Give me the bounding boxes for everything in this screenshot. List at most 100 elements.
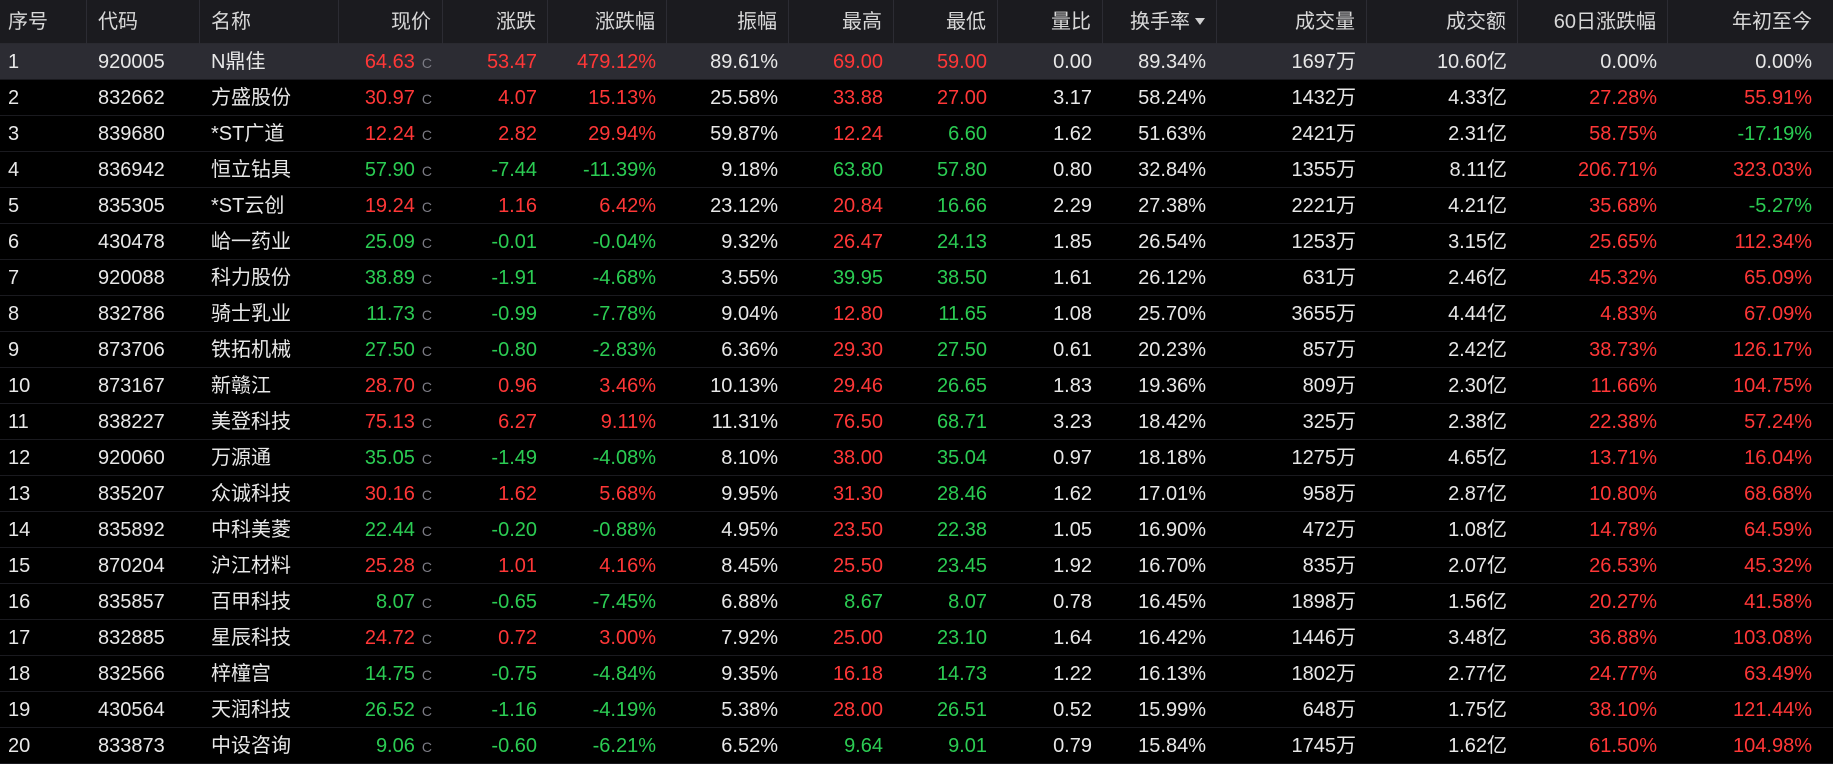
column-header-amplitude[interactable]: 振幅	[667, 0, 789, 44]
credit-mark: C	[421, 163, 432, 179]
table-row[interactable]: 6 430478 峆一药业 25.09 C -0.01 -0.04% 9.32% 26.47 24…	[0, 224, 1833, 260]
column-header-volume[interactable]: 成交量	[1217, 0, 1367, 44]
stock-name-value: 万源通	[211, 447, 271, 469]
day-high-value: 20.84	[832, 195, 883, 217]
table-row[interactable]: 12 920060 万源通 35.05 C -1.49 -4.08% 8.10% 38.00 35…	[0, 440, 1833, 476]
row-seq-value: 17	[8, 627, 31, 649]
row-seq-value: 7	[8, 267, 20, 289]
table-row[interactable]: 8 832786 骑士乳业 11.73 C -0.99 -7.78% 9.04% 12.80 11…	[0, 296, 1833, 332]
amount: 3.15亿	[1367, 224, 1518, 260]
change-percent-value: -4.68%	[592, 267, 656, 289]
table-row[interactable]: 13 835207 众诚科技 30.16 C 1.62 5.68% 9.95% 31.30 28.…	[0, 476, 1833, 512]
table-row[interactable]: 9 873706 铁拓机械 27.50 C -0.80 -2.83% 6.36% 29.30 27…	[0, 332, 1833, 368]
row-seq: 6	[0, 224, 87, 260]
turnover-rate-value: 17.01%	[1138, 483, 1206, 505]
column-header-change[interactable]: 涨跌	[443, 0, 548, 44]
stock-name: 众诚科技	[200, 476, 339, 512]
turnover-rate-value: 27.38%	[1138, 195, 1206, 217]
day-high-value: 23.50	[832, 519, 883, 541]
day-low: 6.60	[894, 116, 998, 152]
column-header-change-pct[interactable]: 涨跌幅	[548, 0, 667, 44]
amplitude-value: 9.04%	[721, 303, 778, 325]
table-row[interactable]: 15 870204 沪江材料 25.28 C 1.01 4.16% 8.45% 25.50 23.…	[0, 548, 1833, 584]
table-row[interactable]: 10 873167 新赣江 28.70 C 0.96 3.46% 10.13% 29.46 26.…	[0, 368, 1833, 404]
day-high: 25.00	[789, 620, 894, 656]
price-change-value: 1.01	[498, 555, 537, 577]
row-seq: 16	[0, 584, 87, 620]
current-price-value: 25.09	[364, 231, 415, 253]
table-row[interactable]: 4 836942 恒立钻具 57.90 C -7.44 -11.39% 9.18% 63.80 5…	[0, 152, 1833, 188]
day-high: 76.50	[789, 404, 894, 440]
table-row[interactable]: 5 835305 *ST云创 19.24 C 1.16 6.42% 23.12% 20.84 16…	[0, 188, 1833, 224]
turnover-rate: 20.23%	[1103, 332, 1217, 368]
table-row[interactable]: 2 832662 方盛股份 30.97 C 4.07 15.13% 25.58% 33.88 27…	[0, 80, 1833, 116]
amplitude: 6.52%	[667, 728, 789, 764]
day-low: 23.45	[894, 548, 998, 584]
table-row[interactable]: 16 835857 百甲科技 8.07 C -0.65 -7.45% 6.88% 8.67 8.0…	[0, 584, 1833, 620]
credit-mark: C	[421, 595, 432, 611]
change-60d: 61.50%	[1518, 728, 1668, 764]
turnover-rate-value: 18.42%	[1138, 411, 1206, 433]
change-ytd-value: 16.04%	[1744, 447, 1812, 469]
turnover-rate: 16.90%	[1103, 512, 1217, 548]
column-header-ytd[interactable]: 年初至今	[1668, 0, 1823, 44]
table-row[interactable]: 11 838227 美登科技 75.13 C 6.27 9.11% 11.31% 76.50 68…	[0, 404, 1833, 440]
stock-name: 天润科技	[200, 692, 339, 728]
amplitude-value: 9.18%	[721, 159, 778, 181]
table-row[interactable]: 17 832885 星辰科技 24.72 C 0.72 3.00% 7.92% 25.00 23.…	[0, 620, 1833, 656]
stock-code: 836942	[87, 152, 200, 188]
change-ytd-value: 121.44%	[1733, 699, 1812, 721]
credit-mark: C	[421, 127, 432, 143]
column-header-seq[interactable]: 序号	[0, 0, 87, 44]
volume-value: 1355万	[1291, 159, 1357, 181]
table-row[interactable]: 20 833873 中设咨询 9.06 C -0.60 -6.21% 6.52% 9.64 9.0…	[0, 728, 1833, 764]
column-header-high[interactable]: 最高	[789, 0, 894, 44]
table-row[interactable]: 7 920088 科力股份 38.89 C -1.91 -4.68% 3.55% 39.95 38…	[0, 260, 1833, 296]
change-ytd: 67.09%	[1668, 296, 1823, 332]
change-percent: -4.19%	[548, 692, 667, 728]
table-row[interactable]: 1 920005 N鼎佳 64.63 C 53.47 479.12% 89.61% 69.00 5…	[0, 44, 1833, 80]
day-low: 35.04	[894, 440, 998, 476]
column-header-60d-change[interactable]: 60日涨跌幅	[1518, 0, 1668, 44]
table-row[interactable]: 19 430564 天润科技 26.52 C -1.16 -4.19% 5.38% 28.00 2…	[0, 692, 1833, 728]
table-row[interactable]: 3 839680 *ST广道 12.24 C 2.82 29.94% 59.87% 12.24 6…	[0, 116, 1833, 152]
price-change: 4.07	[443, 80, 548, 116]
change-ytd-value: 323.03%	[1733, 159, 1812, 181]
volume-ratio: 3.23	[998, 404, 1103, 440]
column-header-volume-ratio[interactable]: 量比	[998, 0, 1103, 44]
change-ytd: 0.00%	[1668, 44, 1823, 80]
change-percent: -7.45%	[548, 584, 667, 620]
column-header-amount[interactable]: 成交额	[1367, 0, 1518, 44]
volume-ratio: 1.08	[998, 296, 1103, 332]
current-price: 24.72 C	[339, 620, 443, 656]
row-seq: 14	[0, 512, 87, 548]
amount-value: 4.65亿	[1448, 447, 1507, 469]
column-header-name[interactable]: 名称	[200, 0, 339, 44]
amount: 1.56亿	[1367, 584, 1518, 620]
column-header-turnover-rate[interactable]: 换手率	[1103, 0, 1217, 44]
turnover-rate-value: 16.70%	[1138, 555, 1206, 577]
volume-value: 1253万	[1291, 231, 1357, 253]
table-row[interactable]: 18 832566 梓橦宫 14.75 C -0.75 -4.84% 9.35% 16.18 14…	[0, 656, 1833, 692]
column-header-price[interactable]: 现价	[339, 0, 443, 44]
volume-value: 1275万	[1291, 447, 1357, 469]
table-row[interactable]: 14 835892 中科美菱 22.44 C -0.20 -0.88% 4.95% 23.50 2…	[0, 512, 1833, 548]
change-percent: 9.11%	[548, 404, 667, 440]
turnover-rate: 16.13%	[1103, 656, 1217, 692]
day-low-value: 59.00	[936, 51, 987, 73]
row-seq: 7	[0, 260, 87, 296]
column-header-low[interactable]: 最低	[894, 0, 998, 44]
volume-value: 3655万	[1291, 303, 1357, 325]
row-seq-value: 2	[8, 87, 20, 109]
current-price: 19.24 C	[339, 188, 443, 224]
price-change-value: -1.91	[491, 267, 537, 289]
turnover-rate-value: 25.70%	[1138, 303, 1206, 325]
stock-quote-table: 序号 代码 名称 现价 涨跌 涨跌幅 振幅 最高 最低 量比 换手率 成交量 成…	[0, 0, 1833, 764]
amount-value: 10.60亿	[1436, 51, 1507, 73]
change-ytd: 65.09%	[1668, 260, 1823, 296]
day-high: 8.67	[789, 584, 894, 620]
volume-value: 1697万	[1291, 51, 1357, 73]
amount-value: 4.44亿	[1448, 303, 1507, 325]
turnover-rate: 26.12%	[1103, 260, 1217, 296]
column-header-code[interactable]: 代码	[87, 0, 200, 44]
